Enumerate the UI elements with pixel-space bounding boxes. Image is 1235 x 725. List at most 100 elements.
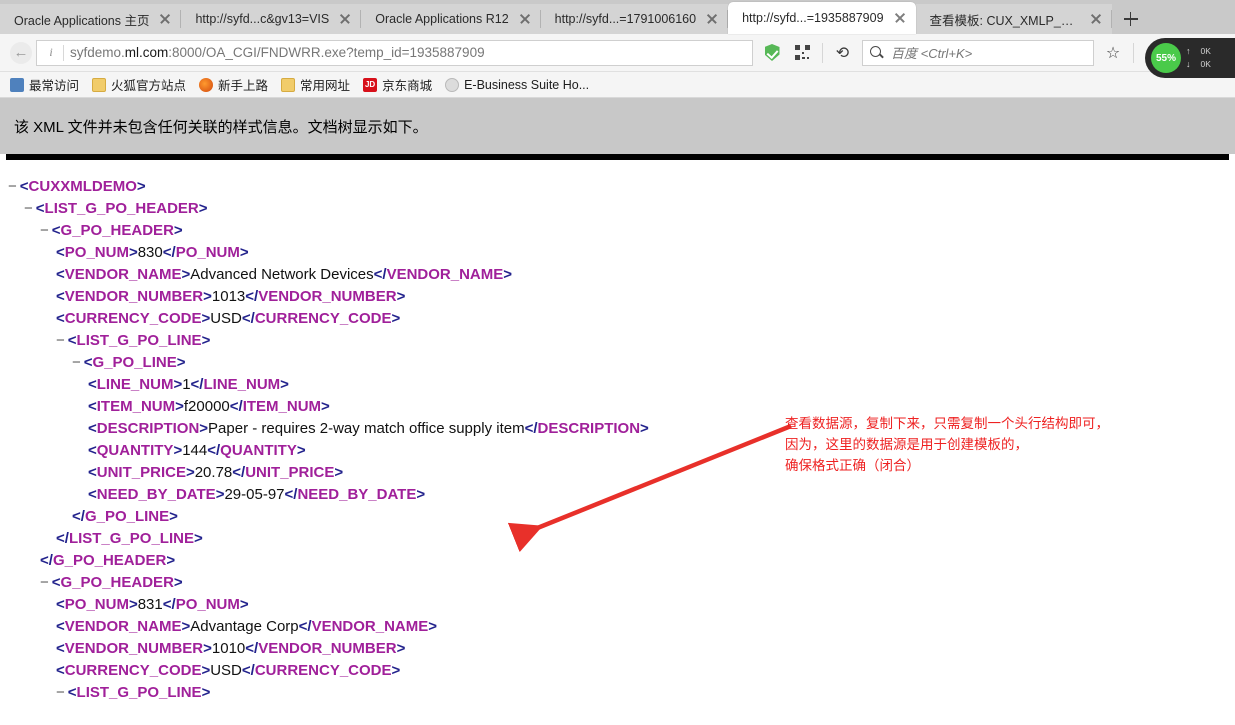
xml-bracket-open-end: </ — [373, 266, 387, 283]
xml-tag-name-end: DESCRIPTION — [537, 420, 641, 437]
search-bar[interactable]: 百度 <Ctrl+K> — [862, 39, 1094, 66]
collapse-toggle-icon[interactable]: − — [72, 706, 81, 708]
xml-tag-name-end: VENDOR_NAME — [311, 618, 429, 635]
address-bar[interactable]: i syfdemo.ml.com:8000/OA_CGI/FNDWRR.exe?… — [36, 39, 753, 66]
toolbar-divider — [822, 42, 823, 63]
xml-bracket-close: > — [193, 530, 203, 547]
browser-tab-title: Oracle Applications R12 — [375, 12, 509, 26]
browser-tab[interactable]: Oracle Applications 主页 — [0, 4, 182, 34]
xml-tag-name-end: PO_NUM — [175, 596, 240, 613]
xml-node-row: <NEED_BY_DATE>29-05-97</NEED_BY_DATE> — [0, 484, 1235, 506]
xml-bracket-open-end: </ — [245, 640, 259, 657]
xml-bracket-close: > — [128, 596, 138, 613]
xml-tag-name: VENDOR_NUMBER — [64, 288, 204, 305]
bookmark-item[interactable]: 常用网址 — [277, 73, 356, 96]
xml-bracket-close: > — [199, 420, 209, 437]
upload-speed-row: ↑ 0K — [1186, 45, 1211, 58]
qr-code-button[interactable] — [787, 38, 817, 68]
browser-tab[interactable]: 查看模板: CUX_XMLP_DE... — [915, 4, 1112, 34]
browser-tab-title: 查看模板: CUX_XMLP_DE... — [929, 13, 1088, 28]
xml-node-value: USD — [210, 310, 242, 327]
bookmark-star-button[interactable]: ☆ — [1098, 38, 1128, 68]
xml-bracket-open: </ — [40, 552, 53, 569]
xml-tag-name-end: QUANTITY — [220, 442, 297, 459]
xml-bracket-open: < — [56, 618, 65, 635]
xml-node-value: 1 — [182, 376, 191, 393]
xml-bracket-open: < — [56, 596, 65, 613]
browser-tab-title: Oracle Applications 主页 — [14, 13, 150, 28]
browser-tab[interactable]: http://syfd...=1791006160 — [540, 4, 729, 34]
browser-tab[interactable]: Oracle Applications R12 — [361, 4, 542, 34]
xml-bracket-close-end: > — [396, 640, 406, 657]
xml-node-value: 1010 — [211, 640, 246, 657]
xml-tag-name-end: ITEM_NUM — [242, 398, 322, 415]
bookmark-item[interactable]: 火狐官方站点 — [88, 73, 192, 96]
xml-bracket-open-end: </ — [245, 288, 259, 305]
xml-bracket-close: > — [201, 684, 211, 701]
download-arrow-icon: ↓ — [1186, 59, 1191, 69]
xml-bracket-close: > — [173, 574, 183, 591]
xml-bracket-close-end: > — [334, 464, 344, 481]
bookmark-label: 最常访问 — [29, 79, 80, 93]
bookmark-item[interactable]: 新手上路 — [195, 73, 274, 96]
xml-bracket-close: > — [136, 178, 146, 195]
close-icon[interactable] — [892, 10, 908, 26]
xml-bracket-open: < — [56, 266, 65, 283]
xml-bracket-close: > — [166, 552, 176, 569]
address-bar-divider — [63, 44, 64, 61]
xml-bracket-close: > — [201, 332, 211, 349]
xml-bracket-open: < — [83, 354, 93, 371]
close-icon[interactable] — [337, 11, 353, 27]
browser-tab[interactable]: http://syfd...=1935887909 — [728, 2, 916, 34]
xml-tag-name-end: VENDOR_NUMBER — [258, 288, 397, 305]
collapse-toggle-icon[interactable]: − — [24, 200, 33, 217]
xml-node-value: Advanced Network Devices — [190, 266, 374, 283]
xml-node-value: 831 — [137, 596, 163, 613]
xml-bracket-open: < — [67, 684, 77, 701]
xml-bracket-close: > — [201, 662, 211, 679]
xml-node-row: − <G_PO_HEADER> — [0, 572, 1235, 594]
xml-tag-name: LINE_NUM — [96, 376, 174, 393]
new-tab-button[interactable] — [1116, 4, 1146, 34]
xml-tag-name: LIST_G_PO_HEADER — [44, 200, 199, 217]
bookmark-label: 京东商城 — [382, 79, 433, 93]
xml-bracket-close-end: > — [416, 486, 426, 503]
bookmark-item[interactable]: 最常访问 — [6, 73, 85, 96]
xml-tag-name-end: CURRENCY_CODE — [254, 662, 392, 679]
toolbar-divider-2 — [1133, 42, 1134, 63]
collapse-toggle-icon[interactable]: − — [40, 222, 49, 239]
back-button[interactable]: ← — [6, 38, 36, 68]
browser-tab-title: http://syfd...=1935887909 — [742, 11, 884, 25]
xml-bracket-open: < — [88, 486, 97, 503]
xml-node-row: </G_PO_HEADER> — [0, 550, 1235, 572]
bookmark-favicon-icon — [199, 77, 214, 92]
close-icon[interactable] — [1088, 11, 1104, 27]
close-icon[interactable] — [704, 11, 720, 27]
xml-bracket-open-end: </ — [162, 244, 176, 261]
collapse-toggle-icon[interactable]: − — [56, 332, 65, 349]
security-shield-button[interactable] — [757, 38, 787, 68]
collapse-toggle-icon[interactable]: − — [72, 354, 81, 371]
xml-node-row: <LINE_NUM>1</LINE_NUM> — [0, 374, 1235, 396]
xml-node-row: −<G_PO_LINE> — [0, 704, 1235, 708]
page-info-icon[interactable]: i — [41, 44, 61, 62]
bookmark-item[interactable]: JD 京东商城 — [359, 73, 438, 96]
reload-button[interactable]: ⟳ — [828, 38, 858, 68]
xml-node-row: − <LIST_G_PO_LINE> — [0, 330, 1235, 352]
xml-node-row: <PO_NUM>830</PO_NUM> — [0, 242, 1235, 264]
xml-node-row: </LIST_G_PO_LINE> — [0, 528, 1235, 550]
collapse-toggle-icon[interactable]: − — [8, 178, 17, 195]
xml-tag-name: VENDOR_NAME — [64, 266, 182, 283]
xml-bracket-open-end: </ — [207, 442, 221, 459]
browser-tab[interactable]: http://syfd...c&gv13=VIS — [181, 4, 362, 34]
cpu-usage-gauge: 55% — [1151, 43, 1181, 73]
close-icon[interactable] — [157, 11, 173, 27]
bookmark-item[interactable]: E-Business Suite Ho... — [441, 76, 595, 94]
collapse-toggle-icon[interactable]: − — [40, 574, 49, 591]
url-prefix: syfdemo. — [70, 45, 125, 60]
network-speed-meter[interactable]: 55% ↑ 0K ↓ 0K — [1145, 38, 1235, 78]
close-icon[interactable] — [517, 11, 533, 27]
xml-node-row: <CURRENCY_CODE>USD</CURRENCY_CODE> — [0, 660, 1235, 682]
xml-tag-name: G_PO_HEADER — [60, 222, 174, 239]
collapse-toggle-icon[interactable]: − — [56, 684, 65, 701]
